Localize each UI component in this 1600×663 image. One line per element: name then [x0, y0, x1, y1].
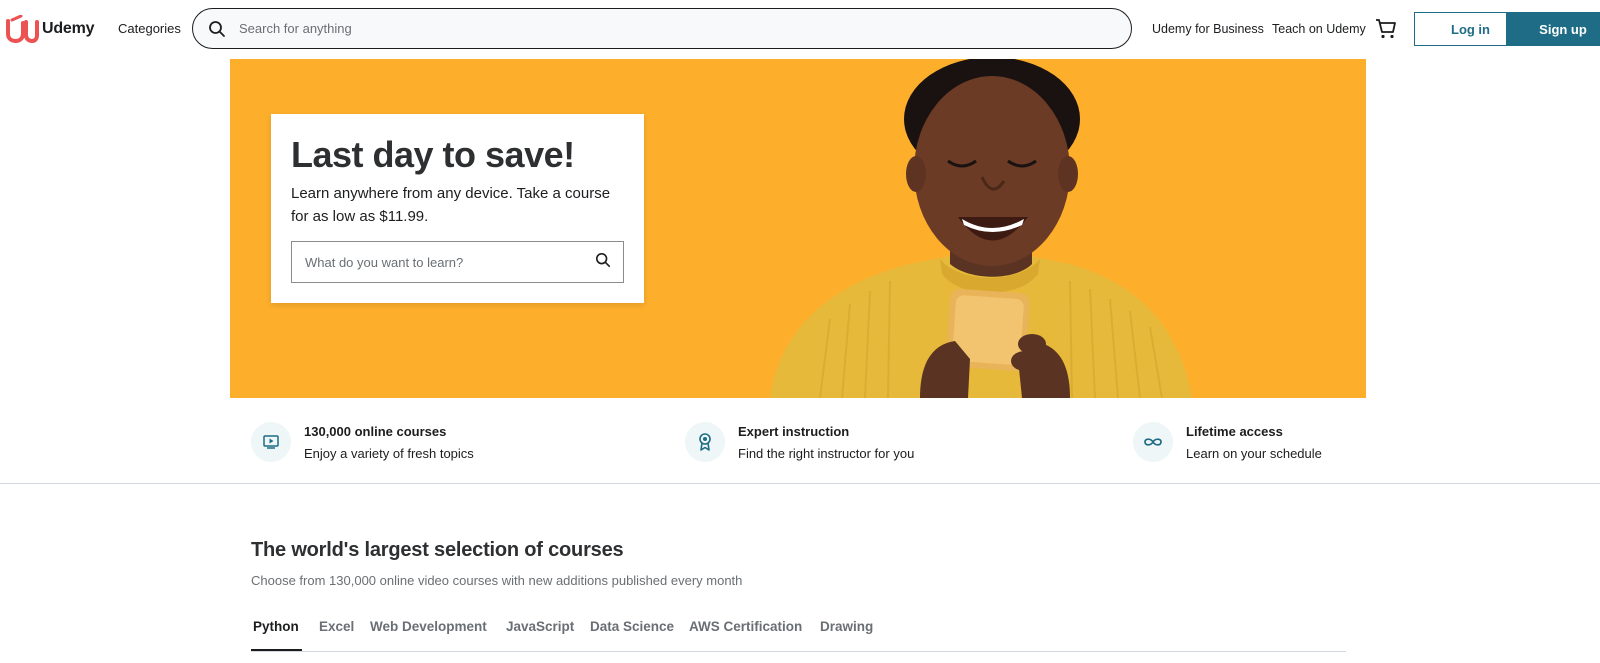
infinity-icon [1133, 422, 1173, 462]
feature-description: Enjoy a variety of fresh topics [304, 446, 474, 461]
header-search-bar[interactable] [192, 8, 1132, 49]
award-ribbon-icon [685, 422, 725, 462]
teach-on-udemy-link[interactable]: Teach on Udemy [1272, 22, 1366, 36]
top-navbar: Udemy Categories Udemy for Business Teac… [0, 0, 1600, 58]
feature-title: 130,000 online courses [304, 424, 447, 439]
search-icon[interactable] [195, 9, 239, 49]
udemy-logo-icon [6, 15, 39, 43]
categories-menu[interactable]: Categories [118, 21, 181, 36]
tab-javascript[interactable]: JavaScript [506, 619, 574, 634]
signup-button[interactable]: Sign up [1506, 12, 1600, 46]
tab-drawing[interactable]: Drawing [820, 619, 873, 634]
hero-promo-card: Last day to save! Learn anywhere from an… [271, 114, 644, 303]
tab-web-development[interactable]: Web Development [370, 619, 487, 634]
feature-expert-instruction: Expert instruction Find the right instru… [685, 422, 914, 462]
search-icon[interactable] [595, 252, 611, 273]
courses-section-subtitle: Choose from 130,000 online video courses… [251, 573, 743, 588]
cart-icon[interactable] [1374, 17, 1398, 41]
feature-online-courses: 130,000 online courses Enjoy a variety o… [251, 422, 474, 462]
udemy-logo[interactable]: Udemy [4, 15, 95, 43]
logo-text: Udemy [42, 20, 95, 37]
tab-python[interactable]: Python [253, 619, 299, 634]
course-category-tabs: Python Excel Web Development JavaScript … [251, 607, 1346, 652]
feature-description: Learn on your schedule [1186, 446, 1322, 461]
feature-lifetime-access: Lifetime access Learn on your schedule [1133, 422, 1322, 462]
tab-excel[interactable]: Excel [319, 619, 354, 634]
feature-description: Find the right instructor for you [738, 446, 915, 461]
hero-title: Last day to save! [291, 134, 575, 175]
udemy-for-business-link[interactable]: Udemy for Business [1152, 22, 1264, 36]
hero-search-box[interactable] [291, 241, 624, 283]
tab-data-science[interactable]: Data Science [590, 619, 674, 634]
hero-subtitle: Learn anywhere from any device. Take a c… [291, 185, 611, 225]
courses-section-title: The world's largest selection of courses [251, 539, 624, 561]
play-video-icon [251, 422, 291, 462]
header-search-input[interactable] [239, 21, 1099, 36]
features-strip: 130,000 online courses Enjoy a variety o… [0, 398, 1600, 484]
feature-title: Expert instruction [738, 424, 850, 439]
hero-search-input[interactable] [305, 254, 585, 270]
hero-person-image [770, 59, 1192, 398]
tab-aws-certification[interactable]: AWS Certification [689, 619, 802, 634]
hero-banner: Last day to save! Learn anywhere from an… [230, 59, 1366, 398]
feature-title: Lifetime access [1186, 424, 1283, 439]
active-tab-indicator [251, 649, 302, 651]
